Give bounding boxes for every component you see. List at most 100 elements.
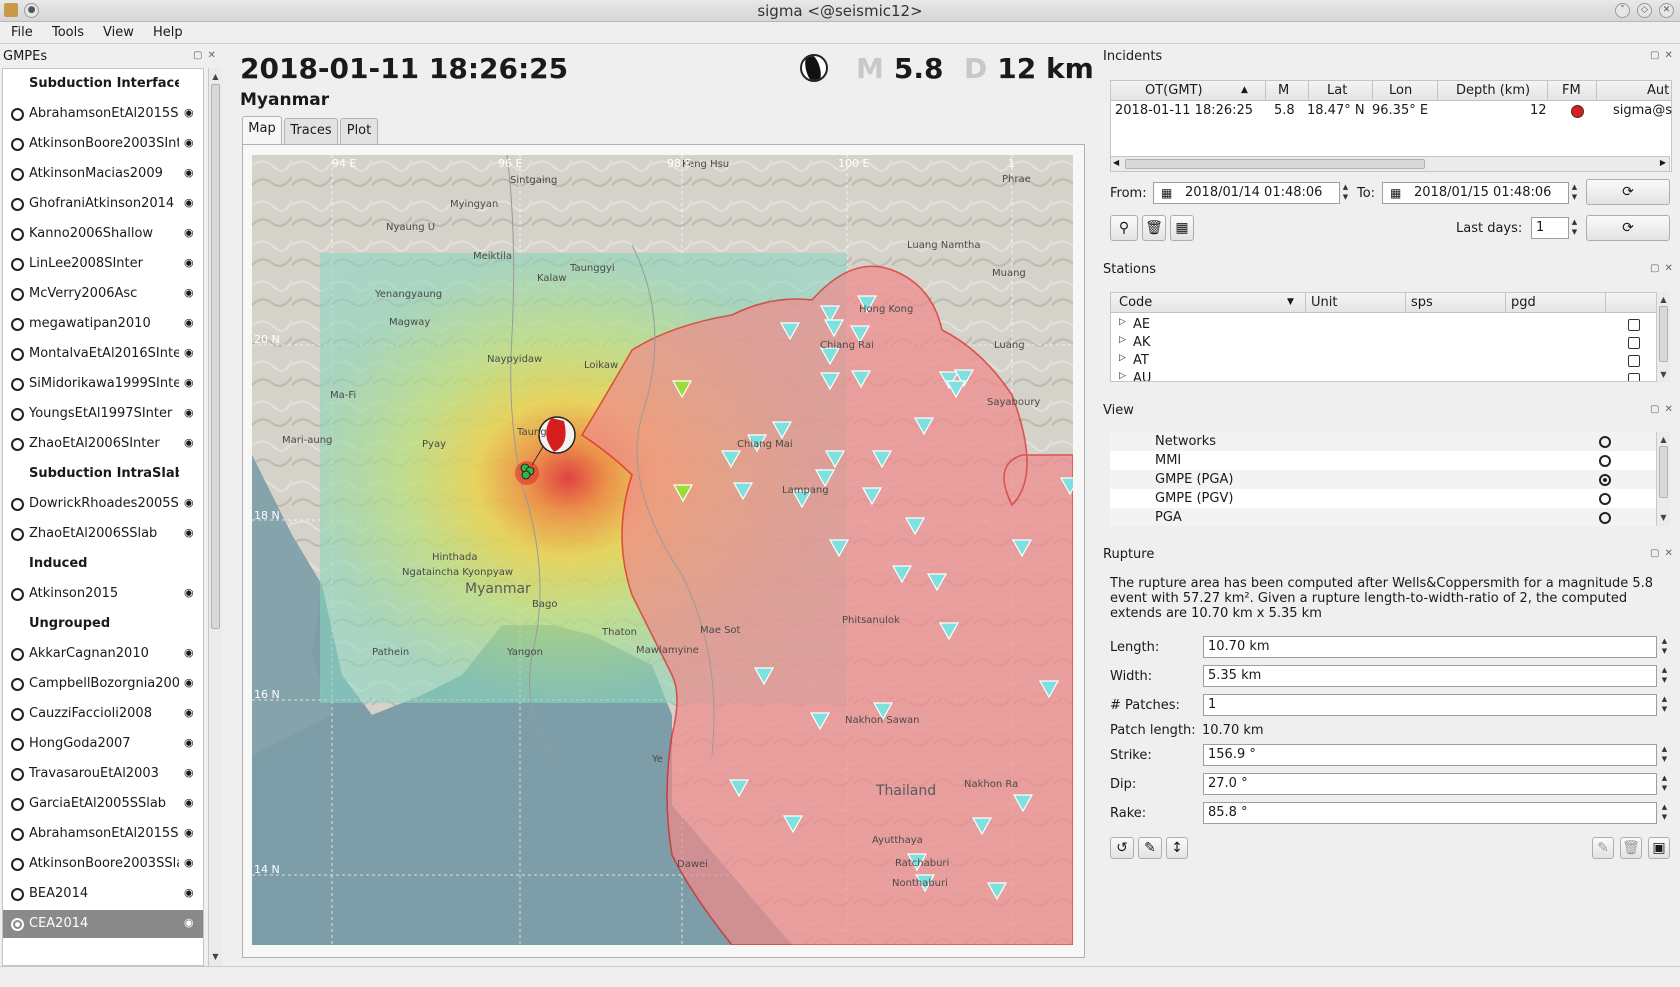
gmpe-radio[interactable] [11, 198, 24, 211]
station-checkbox[interactable] [1628, 319, 1640, 331]
map-button[interactable]: ▦ [1170, 215, 1194, 241]
station-code[interactable]: AE [1133, 317, 1150, 332]
col-lat[interactable]: Lat [1327, 83, 1347, 98]
dip-spinner[interactable]: ▲ ▼ [1659, 773, 1670, 795]
rake-input[interactable]: 85.8 ° [1203, 802, 1657, 824]
view-row[interactable] [1110, 508, 1658, 526]
menu-file[interactable]: File [11, 25, 33, 40]
gmpe-radio[interactable] [11, 318, 24, 331]
save-icon[interactable]: ▣ [1648, 837, 1670, 859]
gmpe-item[interactable]: YoungsEtAl1997SInter ◉ [3, 400, 203, 428]
gmpe-item[interactable]: McVerry2006Asc ◉ [3, 280, 203, 308]
strike-spinner[interactable]: ▲ ▼ [1659, 744, 1670, 766]
gmpe-radio[interactable] [11, 288, 24, 301]
length-input[interactable]: 10.70 km [1203, 636, 1657, 658]
hidden-eye-icon[interactable]: ◉ [184, 317, 198, 329]
incident-ot[interactable]: 2018-01-11 18:26:25 [1115, 103, 1253, 118]
hidden-eye-icon[interactable]: ◉ [184, 227, 198, 239]
scroll-down-icon[interactable]: ▼ [210, 951, 221, 962]
gmpe-radio[interactable] [11, 168, 24, 181]
gmpe-item[interactable]: CampbellBozorgnia2008 ◉ [3, 670, 203, 698]
gmpe-item[interactable]: AkkarCagnan2010 ◉ [3, 640, 203, 668]
expand-arrow-icon[interactable]: ▷ [1119, 371, 1126, 381]
col-lon[interactable]: Lon [1389, 83, 1412, 98]
gmpe-radio[interactable] [11, 738, 24, 751]
col-author[interactable]: Aut [1647, 83, 1669, 98]
hidden-eye-icon[interactable]: ◉ [184, 347, 198, 359]
menu-view[interactable]: View [103, 25, 134, 40]
gmpe-radio[interactable] [11, 768, 24, 781]
tab-traces[interactable]: Traces [284, 118, 338, 144]
hidden-eye-icon[interactable]: ◉ [184, 587, 198, 599]
col-ot[interactable]: OT(GMT) [1145, 83, 1203, 98]
col-code[interactable]: Code [1119, 295, 1152, 310]
close-icon[interactable]: ✕ [1659, 3, 1674, 18]
scroll-up-icon[interactable]: ▲ [210, 71, 221, 82]
incident-lat[interactable]: 18.47° N [1307, 103, 1365, 118]
menu-tools[interactable]: Tools [52, 25, 84, 40]
hidden-eye-icon[interactable]: ◉ [184, 707, 198, 719]
gmpe-radio[interactable] [11, 408, 24, 421]
hidden-eye-icon[interactable]: ◉ [184, 167, 198, 179]
gmpe-radio[interactable] [11, 918, 24, 931]
hidden-eye-icon[interactable]: ◉ [184, 797, 198, 809]
rake-spinner[interactable]: ▲ ▼ [1659, 802, 1670, 824]
gmpe-item[interactable]: DowrickRhoades2005SSlab ◉ [3, 490, 203, 518]
hidden-eye-icon[interactable]: ◉ [184, 437, 198, 449]
view-radio[interactable] [1599, 436, 1611, 448]
col-depth[interactable]: Depth (km) [1456, 83, 1530, 98]
col-pgd[interactable]: pgd [1511, 295, 1536, 310]
gmpe-radio[interactable] [11, 228, 24, 241]
edit-icon[interactable]: ✎ [1592, 837, 1614, 859]
gmpe-radio[interactable] [11, 858, 24, 871]
scroll-right-icon[interactable]: ▶ [1660, 158, 1666, 167]
length-spinner[interactable]: ▲ ▼ [1659, 636, 1670, 658]
gmpe-radio[interactable] [11, 108, 24, 121]
station-checkbox[interactable] [1628, 373, 1640, 381]
last-days-spinner[interactable]: ▲ ▼ [1569, 217, 1580, 239]
to-datetime[interactable]: 2018/01/15 01:48:06 [1382, 182, 1569, 204]
map-canvas[interactable]: SintgaingMyingyanNyaung UMeiktilaKalawTa… [252, 155, 1073, 945]
incident-lon[interactable]: 96.35° E [1372, 103, 1428, 118]
incident-m[interactable]: 5.8 [1274, 103, 1295, 118]
tab-map[interactable]: Map [242, 116, 282, 144]
rupture-dock-buttons[interactable]: ▢✕ [1650, 548, 1678, 559]
gmpe-item[interactable]: AbrahamsonEtAl2015SInter ◉ [3, 100, 203, 128]
hidden-eye-icon[interactable]: ◉ [184, 647, 198, 659]
gmpe-radio[interactable] [11, 888, 24, 901]
gmpe-item[interactable]: AtkinsonBoore2003SInter ◉ [3, 130, 203, 158]
gmpe-item[interactable]: CEA2014 ◉ [3, 910, 203, 938]
hidden-eye-icon[interactable]: ◉ [184, 737, 198, 749]
gmpe-radio[interactable] [11, 348, 24, 361]
expand-arrow-icon[interactable]: ▷ [1119, 335, 1126, 345]
hidden-eye-icon[interactable]: ◉ [184, 107, 198, 119]
hidden-eye-icon[interactable]: ◉ [184, 257, 198, 269]
menu-help[interactable]: Help [153, 25, 183, 40]
view-radio[interactable] [1599, 455, 1611, 467]
hscroll-thumb[interactable] [1125, 159, 1425, 169]
hidden-eye-icon[interactable]: ◉ [184, 197, 198, 209]
scroll-left-icon[interactable]: ◀ [1113, 158, 1119, 167]
hidden-eye-icon[interactable]: ◉ [184, 377, 198, 389]
station-checkbox[interactable] [1628, 337, 1640, 349]
gmpe-item[interactable]: BEA2014 ◉ [3, 880, 203, 908]
gmpe-item[interactable]: GhofraniAtkinson2014 ◉ [3, 190, 203, 218]
gmpe-scrollbar[interactable]: ▲ ▼ [208, 68, 222, 966]
patches-spinner[interactable]: ▲ ▼ [1659, 694, 1670, 716]
gmpe-item[interactable]: megawatipan2010 ◉ [3, 310, 203, 338]
map-view[interactable]: Sintgaing Myingyan Nyaung U Meiktila Kalaw Ta… [252, 155, 1073, 945]
from-datetime[interactable]: 2018/01/14 01:48:06 [1153, 182, 1340, 204]
hidden-eye-icon[interactable]: ◉ [184, 857, 198, 869]
col-unit[interactable]: Unit [1311, 295, 1337, 310]
gmpe-item[interactable]: Atkinson2015 ◉ [3, 580, 203, 608]
to-spinner[interactable]: ▲ ▼ [1569, 182, 1580, 204]
refresh-button[interactable]: ⟳ [1586, 179, 1670, 205]
maximize-icon[interactable]: ◇ [1637, 3, 1652, 18]
view-dock-buttons[interactable]: ▢✕ [1650, 404, 1678, 415]
gmpe-item[interactable]: HongGoda2007 ◉ [3, 730, 203, 758]
hidden-eye-icon[interactable]: ◉ [184, 917, 198, 929]
hidden-eye-icon[interactable]: ◉ [184, 287, 198, 299]
gmpe-item[interactable]: CauzziFaccioli2008 ◉ [3, 700, 203, 728]
trash-icon[interactable]: 🗑 [1620, 837, 1642, 859]
col-sps[interactable]: sps [1411, 295, 1433, 310]
